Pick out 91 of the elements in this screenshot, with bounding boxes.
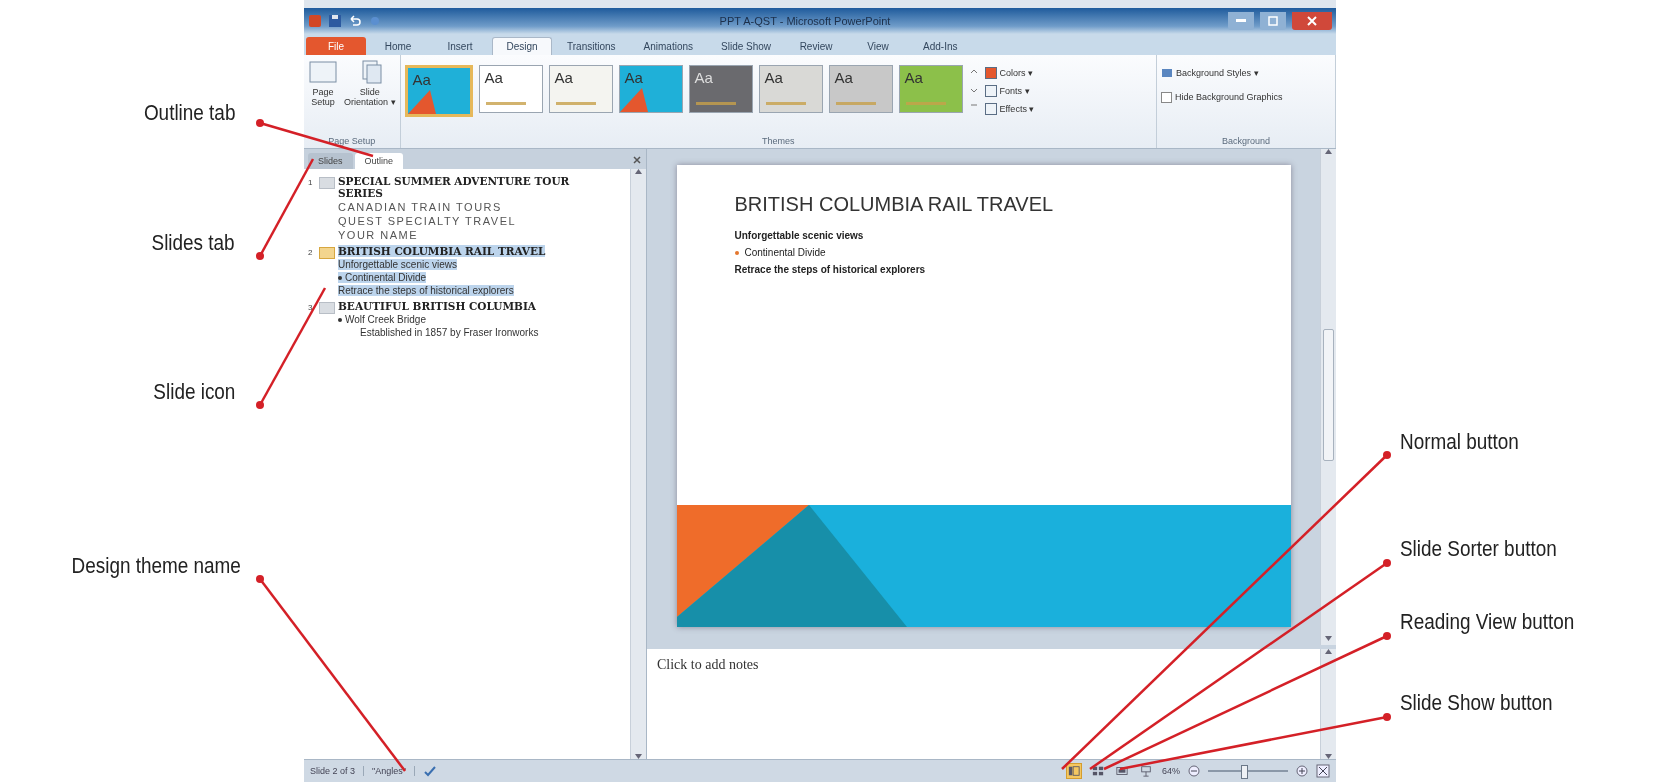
leader-dot (1383, 451, 1391, 459)
close-icon (1307, 16, 1317, 26)
theme-thumbnail[interactable]: Aa (618, 65, 683, 113)
outline-line: YOUR NAME (338, 229, 419, 241)
outline-line: Established in 1857 by Fraser Ironworks (359, 327, 539, 338)
maximize-icon (1268, 16, 1278, 26)
outline-title[interactable]: SPECIAL SUMMER ADVENTURE TOUR SERIES (338, 175, 608, 199)
theme-option-button[interactable]: Fonts ▾ (984, 83, 1035, 99)
option-icon (984, 67, 997, 79)
scroll-up-icon[interactable] (1325, 649, 1332, 654)
leader-dot (256, 252, 264, 260)
callout-label: Slide icon (152, 379, 235, 405)
group-label: Page Setup (327, 136, 377, 148)
callout-label: Slides tab (151, 230, 235, 256)
theme-thumbnail[interactable]: Aa (478, 65, 543, 113)
scroll-thumb[interactable] (1323, 329, 1334, 461)
zoom-in-icon[interactable] (1296, 765, 1308, 777)
zoom-slider-thumb[interactable] (1241, 765, 1248, 779)
callout-label: Normal button (1400, 429, 1519, 455)
outline-line: Wolf Creek Bridge (338, 314, 426, 325)
theme-thumbnail[interactable]: Aa (898, 65, 963, 113)
leader-dot (1383, 632, 1391, 640)
file-tab[interactable]: File (306, 37, 366, 55)
fit-to-window-icon[interactable] (1316, 764, 1330, 778)
zoom-percent[interactable]: 64% (1162, 766, 1180, 776)
close-button[interactable] (1292, 12, 1332, 30)
page-setup-button[interactable]: Page Setup (308, 59, 338, 107)
spelling-icon[interactable] (422, 764, 437, 778)
option-icon (984, 103, 997, 115)
callout-label: Slide Sorter button (1400, 536, 1557, 562)
zoom-out-icon[interactable] (1188, 765, 1200, 777)
ribbon-tab[interactable]: Home (368, 37, 428, 55)
ribbon-tab[interactable]: Insert (430, 37, 490, 55)
slide-text: Retrace the steps of historical explorers (734, 264, 927, 275)
theme-thumbnail[interactable]: Aa (688, 65, 753, 113)
ribbon-tab[interactable]: Transitions (554, 37, 629, 55)
slide-number: 1 (308, 177, 314, 189)
leader-dot (1383, 713, 1391, 721)
ribbon-tab[interactable]: Design (492, 37, 552, 55)
close-icon[interactable] (632, 155, 642, 165)
minimize-button[interactable] (1228, 12, 1254, 30)
ribbon-tab[interactable]: Add-Ins (910, 37, 971, 55)
theme-thumbnail[interactable]: Aa (828, 65, 893, 113)
scrollbar[interactable] (1320, 649, 1336, 759)
pane-tab[interactable]: Outline (354, 153, 404, 169)
pane-tab[interactable]: Slides (308, 153, 353, 169)
callout-label: Reading View button (1400, 609, 1575, 635)
slide-number: 2 (308, 247, 314, 259)
slide-show-button[interactable] (1138, 763, 1154, 779)
group-label: Themes (761, 136, 796, 148)
scroll-down-icon[interactable] (1325, 636, 1332, 641)
slide-number: 3 (308, 302, 314, 314)
ribbon-tab[interactable]: Animations (630, 37, 706, 55)
group-label: Background (1220, 136, 1271, 148)
scrollbar[interactable] (1320, 149, 1336, 645)
leader-dot (256, 401, 264, 409)
paint-icon (1161, 67, 1173, 79)
undo-icon[interactable] (348, 14, 362, 28)
normal-view-button[interactable] (1066, 763, 1082, 779)
theme-thumbnail[interactable]: Aa (548, 65, 613, 113)
theme-option-button[interactable]: Effects ▾ (984, 101, 1035, 117)
ribbon-tab[interactable]: View (848, 37, 909, 55)
page-icon (308, 59, 338, 85)
outline-title[interactable]: BRITISH COLUMBIA RAIL TRAVEL (338, 245, 546, 257)
ribbon-tab[interactable]: Review (786, 37, 847, 55)
ribbon-tab[interactable]: Slide Show (708, 37, 785, 55)
theme-thumbnail[interactable]: Aa (758, 65, 823, 113)
hide-graphics-checkbox[interactable]: Hide Background Graphics (1161, 89, 1283, 105)
slide-title: BRITISH COLUMBIA RAIL TRAVEL (734, 193, 1055, 216)
background-styles-button[interactable]: Background Styles ▾ (1161, 65, 1259, 81)
callout-label: Slide Show button (1400, 690, 1553, 716)
option-icon (984, 85, 997, 97)
save-icon[interactable] (328, 14, 342, 28)
slide-text: Continental Divide (734, 247, 1291, 258)
slide-count: Slide 2 of 3 (310, 766, 365, 776)
leader-dot (256, 575, 264, 583)
theme-option-button[interactable]: Colors ▾ (984, 65, 1035, 81)
theme-name[interactable]: "Angles" (372, 766, 415, 776)
slide-text: Unforgettable scenic views (734, 230, 865, 241)
window-title: PPT A-QST - Microsoft PowerPoint (718, 15, 892, 27)
callout-label: Outline tab (143, 100, 235, 126)
outline-line: QUEST SPECIALTY TRAVEL (338, 215, 517, 227)
leader-dot (256, 119, 264, 127)
minimize-icon (1236, 19, 1246, 23)
callout-label: Design theme name (71, 553, 241, 579)
slide-orientation-button[interactable]: Slide Orientation ▾ (344, 59, 396, 107)
leader-dot (1383, 559, 1391, 567)
theme-thumbnail[interactable]: Aa (404, 65, 473, 117)
outline-line: CANADIAN TRAIN TOURS (338, 201, 502, 213)
outline-title[interactable]: BEAUTIFUL BRITISH COLUMBIA (338, 300, 536, 312)
scrollbar[interactable] (630, 169, 646, 759)
